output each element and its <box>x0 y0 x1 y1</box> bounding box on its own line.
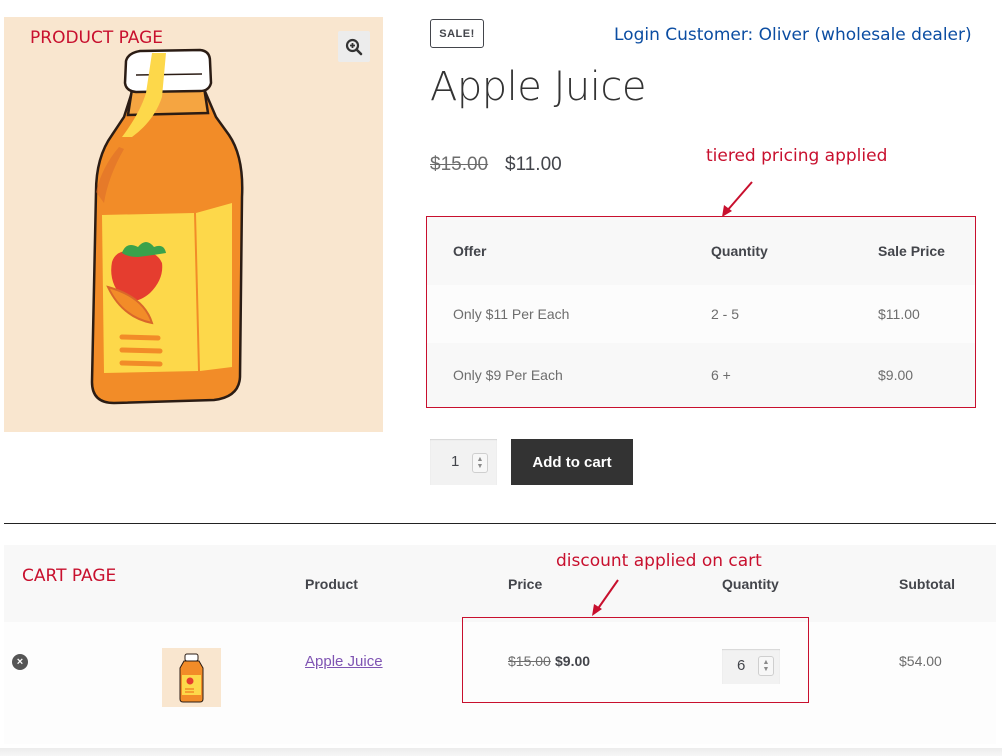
annotation-arrow-icon <box>722 181 753 217</box>
tier-pricing-table: Offer Quantity Sale Price Only $11 Per E… <box>426 216 976 408</box>
quantity-stepper[interactable]: ▲ ▼ <box>472 453 488 473</box>
product-title: Apple Juice <box>430 64 646 110</box>
product-image[interactable] <box>4 17 383 432</box>
table-header-row: Offer Quantity Sale Price <box>427 217 975 285</box>
product-page-annotation: PRODUCT PAGE <box>30 28 164 48</box>
apple-juice-thumbnail-image <box>179 653 204 703</box>
login-customer-annotation: Login Customer: Oliver (wholesale dealer… <box>614 25 972 45</box>
annotation-arrow-icon <box>592 579 619 616</box>
cart-subtotal: $54.00 <box>899 653 942 669</box>
page-bottom-edge <box>0 748 1002 756</box>
chevron-up-icon[interactable]: ▲ <box>477 456 484 463</box>
cart-header-row <box>4 545 996 622</box>
cart-header-subtotal: Subtotal <box>899 576 955 592</box>
zoom-button[interactable] <box>338 31 370 62</box>
chevron-down-icon[interactable]: ▼ <box>477 463 484 470</box>
table-row: Only $9 Per Each 6 + $9.00 <box>427 343 975 407</box>
header-offer: Offer <box>453 243 487 259</box>
cart-header-quantity: Quantity <box>722 576 779 592</box>
header-sale-price: Sale Price <box>878 243 945 259</box>
regular-price: $15.00 <box>430 154 489 175</box>
price-cell: $9.00 <box>878 367 914 383</box>
apple-juice-bottle-image <box>90 48 244 405</box>
sale-badge: SALE! <box>430 19 484 48</box>
price-cell: $11.00 <box>878 306 920 322</box>
quantity-cell: 2 - 5 <box>711 306 740 322</box>
cart-header-price: Price <box>508 576 543 592</box>
magnify-plus-icon <box>345 38 363 55</box>
cart-page-annotation: CART PAGE <box>22 566 117 586</box>
cart-item-link[interactable]: Apple Juice <box>305 653 383 670</box>
table-row: Only $11 Per Each 2 - 5 $11.00 <box>427 285 975 343</box>
quantity-input[interactable]: 1 ▲ ▼ <box>430 439 497 485</box>
cart-header-product: Product <box>305 576 358 592</box>
quantity-value: 1 <box>451 453 460 470</box>
add-to-cart-button[interactable]: Add to cart <box>511 439 633 485</box>
sale-price: $11.00 <box>505 154 562 175</box>
discount-annotation: discount applied on cart <box>556 551 762 571</box>
discount-highlight-box <box>462 617 809 703</box>
tiered-pricing-annotation: tiered pricing applied <box>706 146 888 166</box>
offer-cell: Only $11 Per Each <box>453 306 570 322</box>
remove-circle-x-icon[interactable]: × <box>12 654 28 670</box>
offer-cell: Only $9 Per Each <box>453 367 563 383</box>
quantity-cell: 6 + <box>711 367 731 383</box>
cart-item-thumbnail[interactable] <box>162 648 221 707</box>
section-divider <box>4 523 996 524</box>
header-quantity: Quantity <box>711 243 768 259</box>
